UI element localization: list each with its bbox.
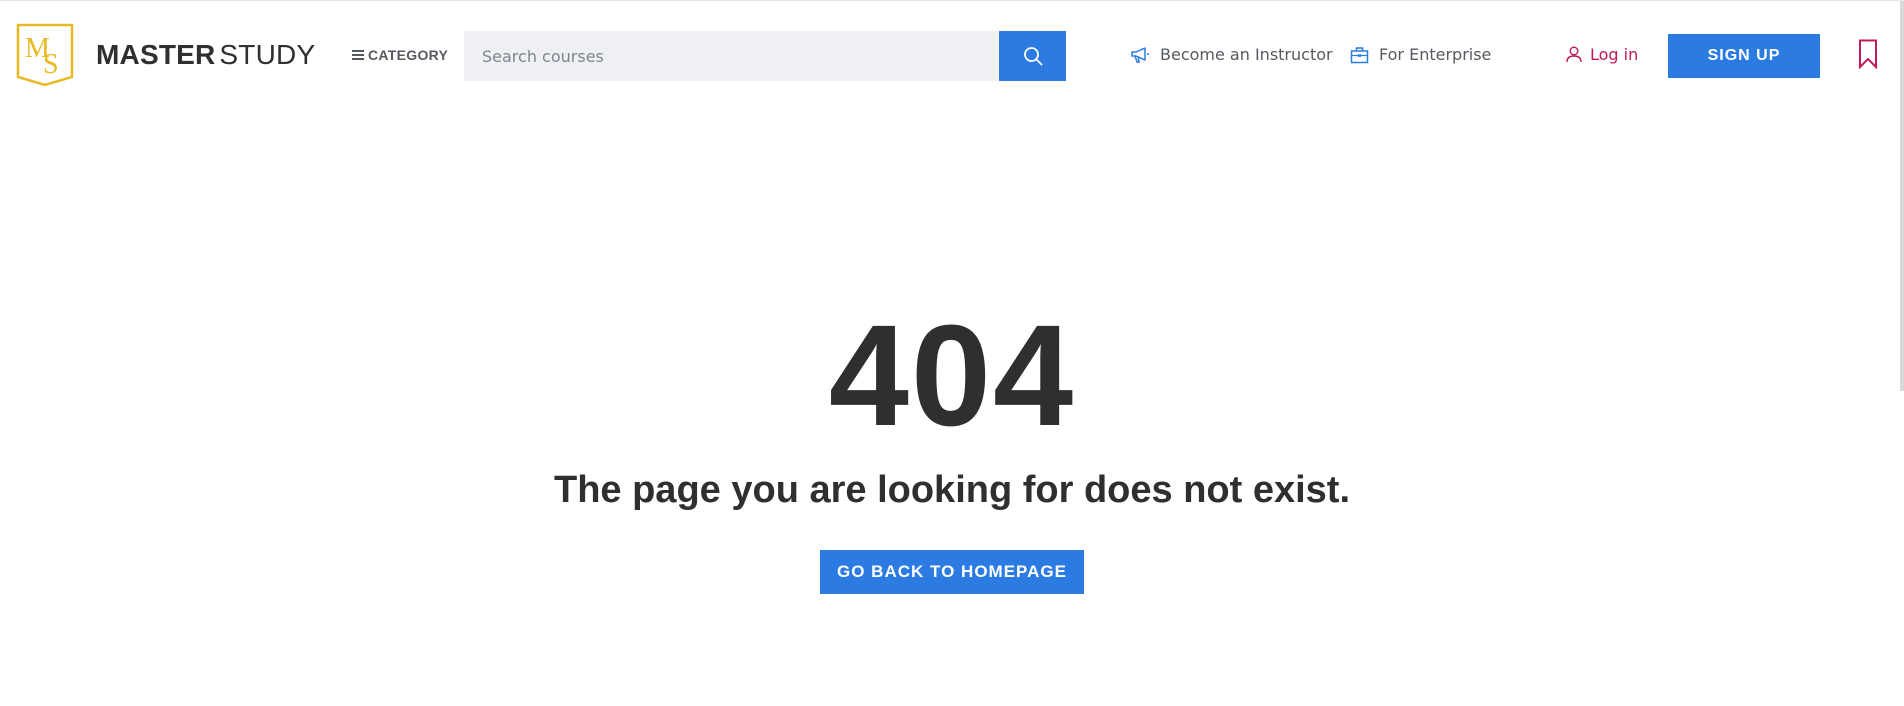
menu-icon [352,50,364,60]
category-label: CATEGORY [368,47,449,63]
become-instructor-label: Become an Instructor [1160,45,1333,64]
go-home-button[interactable]: GO BACK TO HOMEPAGE [820,550,1084,594]
brand-regular: STUDY [219,39,316,70]
svg-text:S: S [43,49,59,80]
brand-bold: MASTER [96,39,216,70]
bookmark-icon[interactable] [1858,39,1878,69]
briefcase-icon [1350,46,1369,63]
error-message: The page you are looking for does not ex… [553,469,1350,511]
search-icon [1023,47,1042,66]
megaphone-icon [1131,46,1149,63]
user-icon [1566,46,1582,63]
category-menu[interactable]: CATEGORY [352,47,448,63]
become-instructor-link[interactable]: Become an Instructor [1130,45,1333,64]
logo-icon[interactable]: M S [16,23,74,87]
search-button[interactable] [999,31,1066,81]
brand-name[interactable]: MASTER STUDY [96,39,315,71]
login-label: Log in [1590,45,1639,64]
login-link[interactable]: Log in [1566,45,1638,64]
for-enterprise-label: For Enterprise [1379,45,1492,64]
header: M S MASTERSTUDY CATEGORY Become [0,1,1904,109]
error-content: 404 The page you are looking for does no… [0,301,1904,594]
for-enterprise-link[interactable]: For Enterprise [1350,45,1491,64]
signup-button[interactable]: SIGN UP [1668,34,1820,78]
search-input[interactable] [464,31,998,81]
error-code: 404 [828,295,1076,456]
page: M S MASTERSTUDY CATEGORY Become [0,0,1904,706]
